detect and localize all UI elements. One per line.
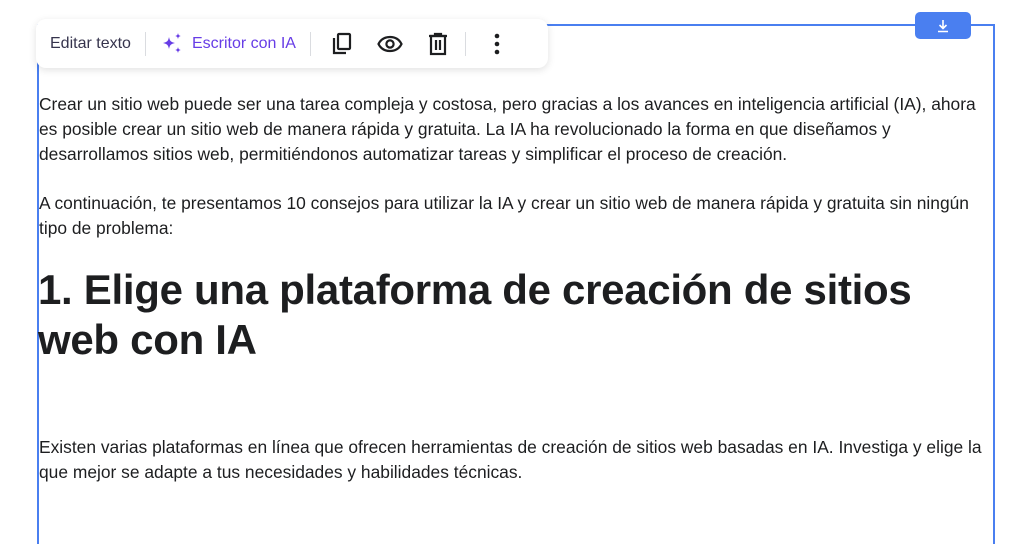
download-button[interactable] — [915, 12, 971, 39]
paragraph: Crear un sitio web puede ser una tarea c… — [39, 94, 976, 164]
eye-icon — [377, 35, 403, 52]
duplicate-button[interactable] — [325, 27, 359, 61]
paragraph: A continuación, te presentamos 10 consej… — [39, 193, 969, 238]
sparkle-icon — [162, 32, 181, 53]
divider — [309, 31, 311, 56]
divider — [144, 31, 146, 56]
ai-writer-button[interactable]: Escritor con IA — [160, 32, 296, 56]
download-icon — [938, 19, 948, 32]
divider — [464, 31, 466, 56]
text-block[interactable]: Crear un sitio web puede ser una tarea c… — [38, 92, 994, 509]
more-vertical-icon — [494, 33, 500, 54]
delete-button[interactable] — [421, 27, 455, 61]
block-toolbar: Editar texto Escritor con IA — [36, 19, 548, 68]
ai-writer-label: Escritor con IA — [191, 34, 296, 52]
trash-icon — [428, 32, 447, 55]
more-options-button[interactable] — [480, 27, 514, 61]
heading: 1. Elige una plataforma de creación de s… — [38, 266, 912, 363]
copy-icon — [332, 32, 352, 54]
visibility-button[interactable] — [373, 27, 407, 61]
paragraph: Existen varias plataformas en línea que … — [39, 437, 982, 482]
edit-text-button[interactable]: Editar texto — [50, 35, 131, 53]
